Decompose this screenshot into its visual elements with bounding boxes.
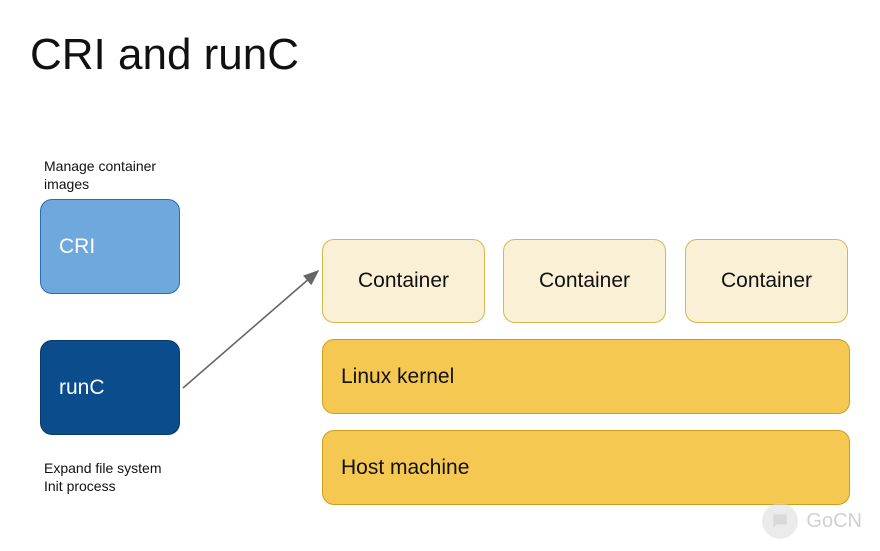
container-box-1: Container [322, 239, 485, 323]
chat-bubble-icon [762, 503, 798, 539]
watermark-label: GoCN [806, 510, 862, 533]
watermark: GoCN [762, 503, 862, 539]
container-box-2: Container [503, 239, 666, 323]
runc-box: runC [40, 340, 180, 435]
host-label: Host machine [341, 456, 469, 480]
container-label-3: Container [721, 269, 812, 293]
linux-kernel-box: Linux kernel [322, 339, 850, 414]
runc-caption: Expand file systemInit process [44, 460, 162, 495]
container-box-3: Container [685, 239, 848, 323]
arrow-runc-to-container [180, 258, 325, 393]
cri-box: CRI [40, 199, 180, 294]
container-label-2: Container [539, 269, 630, 293]
cri-caption: Manage containerimages [44, 158, 156, 193]
container-label-1: Container [358, 269, 449, 293]
runc-label: runC [59, 376, 105, 400]
kernel-label: Linux kernel [341, 365, 454, 389]
cri-label: CRI [59, 235, 95, 259]
diagram-title: CRI and runC [30, 30, 299, 80]
host-machine-box: Host machine [322, 430, 850, 505]
